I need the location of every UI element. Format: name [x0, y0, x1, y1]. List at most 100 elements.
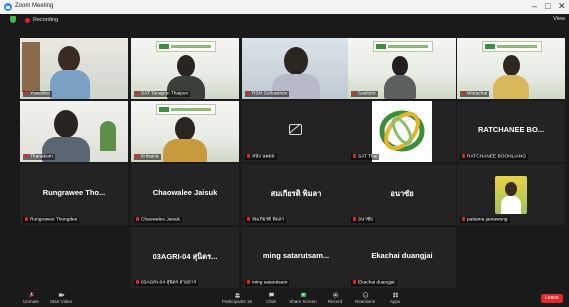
apps-button[interactable]: Apps: [380, 292, 410, 304]
security-shield-icon[interactable]: [10, 16, 16, 23]
participant-head: [54, 110, 78, 138]
profile-logo-image: [372, 101, 432, 162]
sat-banner: [156, 41, 216, 52]
participants-button[interactable]: Participants 18: [222, 292, 252, 304]
close-button[interactable]: ✕: [558, 1, 566, 12]
participant-head: [505, 182, 517, 196]
participant-name-label: RSN Suthasinee: [245, 90, 290, 97]
muted-mic-icon: [136, 279, 139, 284]
plant: [100, 121, 116, 151]
share-screen-icon: [300, 292, 306, 297]
record-button[interactable]: Record: [320, 292, 350, 304]
reactions-button[interactable]: Reactions: [350, 292, 380, 304]
window-title-bar: Zoom Meeting – □ ✕: [0, 0, 569, 14]
chat-button[interactable]: Chat: [256, 292, 286, 304]
video-tile[interactable]: Thanakorn: [20, 101, 128, 162]
muted-mic-icon: [25, 90, 28, 95]
unmute-button[interactable]: Unmute: [16, 292, 46, 304]
muted-mic-icon: [25, 153, 28, 158]
video-tile[interactable]: Ekachai duangjai Ekachai duangjai: [348, 227, 456, 288]
muted-mic-icon: [462, 153, 465, 158]
participant-head: [392, 56, 408, 76]
video-tile[interactable]: Kritsana: [131, 101, 239, 162]
participant-head: [175, 117, 195, 141]
participant-body: [501, 196, 521, 214]
video-tile[interactable]: หนึ่ง นพดล: [242, 101, 350, 162]
participant-head: [284, 47, 308, 75]
participant-name-label: Chaowalee Jaisuk: [134, 216, 182, 223]
video-tile[interactable]: ming satarutsam... ming satarutsam: [242, 227, 350, 288]
participant-body: [493, 75, 529, 99]
participant-display-name: ming satarutsam...: [262, 251, 330, 260]
video-tile[interactable]: อนาซัย อนาซัย: [348, 164, 456, 225]
video-tile[interactable]: Chaowalee Jaisuk Chaowalee Jaisuk: [131, 164, 239, 225]
muted-mic-icon: [353, 90, 356, 95]
participant-name-label: อนาซัย: [351, 216, 375, 223]
participant-name-label: SAT Tanapon Thaipun: [134, 90, 191, 97]
video-tile[interactable]: pattama jantawong: [457, 164, 565, 225]
bookshelf: [22, 42, 40, 92]
participant-name-label: RATCHANEE BOONLIANG: [460, 153, 529, 160]
sat-banner: [373, 41, 433, 52]
sat-logo-icon: [379, 110, 425, 152]
sat-banner: [482, 41, 542, 52]
participant-display-name: Ekachai duangjai: [371, 251, 433, 260]
participant-display-name: Chaowalee Jaisuk: [152, 188, 218, 197]
video-tile[interactable]: SAT Tanapon Thaipun: [131, 38, 239, 99]
view-button[interactable]: View: [553, 16, 565, 22]
smiley-icon: [362, 292, 368, 298]
muted-mic-icon: [247, 216, 250, 221]
participant-body: [163, 139, 207, 162]
profile-photo: [495, 176, 527, 214]
video-tile[interactable]: RATCHANEE BO... RATCHANEE BOONLIANG: [457, 101, 565, 162]
participant-name-label: Kritsana: [134, 153, 161, 160]
muted-mic-icon: [462, 90, 465, 95]
participants-icon: [234, 293, 240, 298]
muted-mic-icon: [462, 216, 465, 221]
muted-mic-icon: [353, 279, 356, 284]
leave-button[interactable]: Leave: [541, 294, 563, 303]
participant-name-label: Rungrawee Thongdee: [23, 216, 80, 223]
video-tile[interactable]: Yuwadee: [20, 38, 128, 99]
participants-label: Participants 18: [222, 299, 252, 304]
video-tile[interactable]: RSN Suthasinee: [242, 38, 350, 99]
share-screen-button[interactable]: Share Screen: [288, 292, 318, 304]
video-tile[interactable]: Worachai: [457, 38, 565, 99]
participant-head: [177, 55, 195, 77]
recording-label: Recording: [33, 16, 59, 23]
record-icon: [332, 292, 338, 298]
muted-mic-icon: [136, 153, 139, 158]
maximize-button[interactable]: □: [545, 1, 550, 11]
participant-name-label: pattama jantawong: [460, 216, 510, 223]
participant-head: [58, 46, 80, 72]
participant-head: [503, 55, 520, 76]
participant-name-label: Thanakorn: [23, 153, 55, 160]
video-tile[interactable]: Sasitorn: [348, 38, 456, 99]
participant-display-name: RATCHANEE BO...: [477, 125, 545, 134]
microphone-muted-icon: [28, 292, 34, 298]
participant-name-label: Worachai: [460, 90, 490, 97]
video-tile[interactable]: SAT Thai: [348, 101, 456, 162]
participant-name-label: SAT Thai: [351, 153, 380, 160]
video-tile[interactable]: สมเกียรติ พิมลา สมเกียรติ พิมลา: [242, 164, 350, 225]
participant-body: [384, 75, 416, 99]
participant-display-name: สมเกียรติ พิมลา: [270, 189, 322, 198]
muted-mic-icon: [247, 153, 250, 158]
sat-banner: [156, 104, 216, 115]
participant-name-label: Yuwadee: [23, 90, 52, 97]
participant-name-label: Ekachai duangjai: [351, 279, 397, 286]
video-tile[interactable]: Rungrawee Tho... Rungrawee Thongdee: [20, 164, 128, 225]
participant-display-name: 03AGRI-04 สุนิตร...: [152, 252, 218, 261]
muted-mic-icon: [25, 216, 28, 221]
participant-name-label: 03AGRI-04 สุนิตร สายธาร: [134, 279, 199, 286]
participant-display-name: อนาซัย: [390, 189, 414, 198]
participants-count: 18: [246, 299, 252, 304]
minimize-button[interactable]: –: [532, 1, 537, 11]
muted-mic-icon: [136, 90, 139, 95]
video-tile[interactable]: 03AGRI-04 สุนิตร... 03AGRI-04 สุนิตร สาย…: [131, 227, 239, 288]
muted-mic-icon: [247, 90, 250, 95]
participant-body: [50, 70, 90, 99]
start-video-button[interactable]: Start Video: [46, 292, 76, 304]
window-title: Zoom Meeting: [15, 3, 54, 9]
recording-icon: [25, 17, 30, 23]
